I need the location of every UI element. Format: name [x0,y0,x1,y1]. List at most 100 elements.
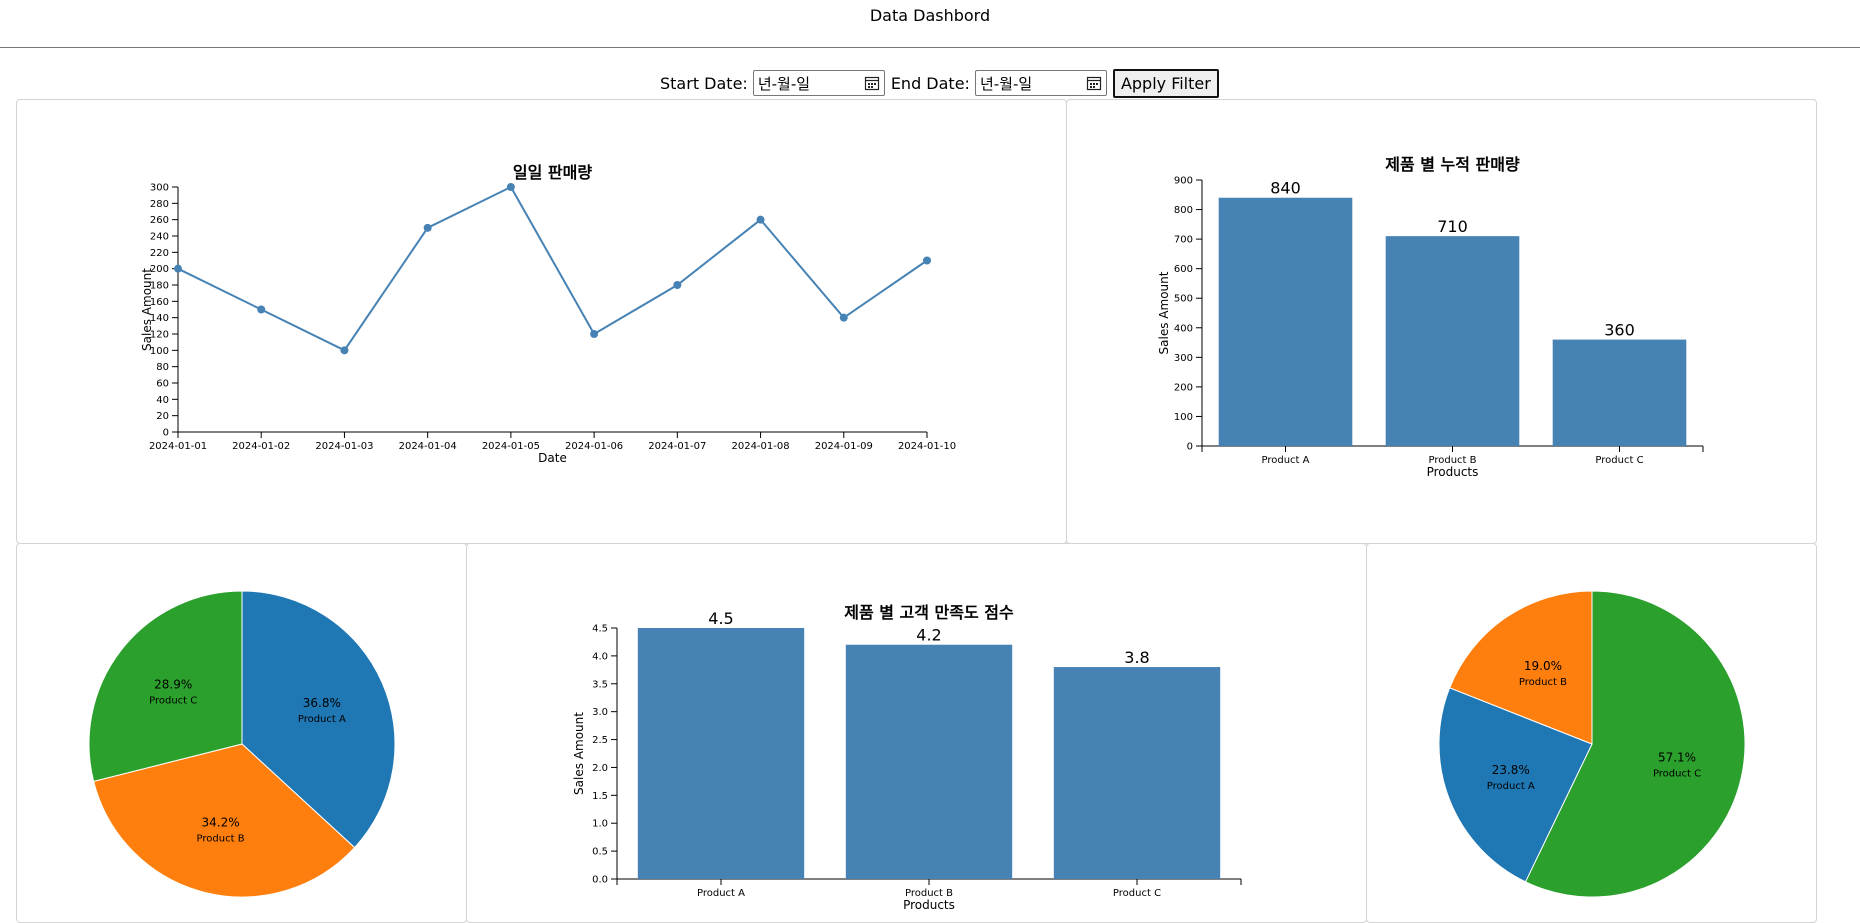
x-tick-label: Product A [1262,455,1310,466]
pie-right-panel: 57.1% Product C 23.8% Product A 19.0% Product… [1366,543,1817,923]
daily-sales-chart: 일일 판매량0204060801001201401601802002202402… [140,163,956,465]
y-tick-label: 60 [156,379,169,390]
pie-left-panel: 36.8% Product A 34.2% Product B 28.9% Product… [16,543,467,923]
x-tick-label: Product C [1595,455,1643,466]
bar-value-label: 4.5 [708,609,733,628]
y-tick-label: 100 [1174,412,1193,423]
y-tick-label: 0 [1187,442,1193,453]
pie-percent-label: 19.0% [1524,659,1562,673]
y-tick-label: 500 [1174,294,1193,305]
x-tick-label: 2024-01-08 [731,441,789,452]
y-axis-label: Sales Amount [140,268,154,351]
cumulative-sales-chart: 제품 별 누적 판매량 0 100 200 300 400 500 600 700 800 900 8… [1157,155,1704,479]
y-tick-label: 700 [1174,235,1193,246]
x-axis-label: Products [1427,465,1479,479]
data-point [756,215,765,224]
data-point [340,346,349,355]
x-tick-label: 2024-01-10 [898,441,956,452]
pie-category-label: Product B [197,834,245,845]
x-tick-label: Product C [1113,888,1161,899]
bar-value-label: 710 [1437,217,1468,236]
y-tick-label: 3.5 [592,679,608,690]
data-point [423,223,432,232]
y-tick-label: 4.0 [592,651,608,662]
y-tick-label: 20 [156,411,169,422]
sales-line [177,185,928,352]
y-tick-label: 300 [1174,353,1193,364]
y-tick-label: 280 [150,199,169,210]
pie-category-label: Product B [1519,677,1567,688]
bar-value-label: 4.2 [916,626,941,645]
pie-percent-label: 34.2% [201,816,239,830]
page-title: Data Dashbord [869,6,991,25]
bar-value-label: 3.8 [1124,648,1149,667]
y-tick-label: 0.0 [592,875,608,886]
data-point [923,256,931,265]
date-filter: Start Date: 년-월-일 End Date: 년-월-일 Apply … [660,68,1219,98]
y-tick-label: 400 [1174,323,1193,334]
y-tick-label: 40 [156,395,169,406]
data-point [506,183,515,191]
bar [637,628,805,879]
x-tick-label: Product A [697,888,745,899]
y-tick-label: 300 [150,183,169,194]
pie-percent-label: 28.9% [154,677,192,691]
satisfaction-chart: 제품 별 고객 만족도 점수 0.0 0.5 1.0 1.5 2.0 2.5 3.0 3.5 4.… [572,603,1242,912]
calendar-icon[interactable] [864,75,880,91]
bar [1385,236,1520,446]
y-tick-label: 1.5 [592,791,608,802]
calendar-icon[interactable] [1086,75,1102,91]
pie-category-label: Product A [298,714,346,725]
y-tick-label: 3.0 [592,707,608,718]
data-point [673,281,682,289]
y-tick-label: 800 [1174,205,1193,216]
data-point [839,313,848,322]
y-tick-label: 600 [1174,264,1193,275]
x-axis-label: Products [903,898,955,912]
x-tick-label: 2024-01-06 [565,441,623,452]
y-tick-label: 80 [156,362,169,373]
y-tick-label: 220 [150,248,169,259]
end-date-label: End Date: [890,73,970,93]
y-axis-label: Sales Amount [1157,271,1171,354]
pie-percent-label: 36.8% [303,696,341,710]
bar [1552,339,1687,446]
x-tick-label: 2024-01-07 [648,441,706,452]
apply-filter-button[interactable]: Apply Filter [1112,68,1219,98]
y-tick-label: 200 [1174,382,1193,393]
end-date-input[interactable]: 년-월-일 [974,70,1107,96]
pie-percent-label: 23.8% [1492,763,1530,777]
pie-category-label: Product A [1487,781,1535,792]
cumulative-sales-panel: 제품 별 누적 판매량 0 100 200 300 400 500 600 700 800 900 8… [1066,99,1817,544]
y-tick-label: 2.5 [592,735,608,746]
daily-sales-panel: 일일 판매량 0 20 40 60 80 100 120 140 160 180 200 220 240 2… [16,99,1067,544]
bar [1053,667,1221,879]
x-tick-label: 2024-01-09 [815,441,873,452]
y-tick-label: 1.0 [592,819,608,830]
pie-category-label: Product C [149,695,197,706]
x-axis-label: Date [538,451,567,465]
x-tick-label: 2024-01-03 [315,441,373,452]
chart-title: 제품 별 고객 만족도 점수 [844,603,1014,622]
bar [845,644,1013,879]
x-tick-label: 2024-01-01 [149,441,207,452]
header: Data Dashbord [0,0,1860,48]
pie-percent-label: 57.1% [1658,750,1696,764]
x-tick-label: 2024-01-04 [399,441,457,452]
y-tick-label: 260 [150,215,169,226]
end-date-placeholder: 년-월-일 [979,74,1033,93]
y-tick-label: 900 [1174,176,1193,187]
y-tick-label: 2.0 [592,763,608,774]
y-tick-label: 4.5 [592,624,608,635]
bar-value-label: 840 [1270,179,1301,198]
y-tick-label: 0.5 [592,847,608,858]
chart-title: 일일 판매량 [513,163,592,182]
data-point [257,305,266,314]
start-date-placeholder: 년-월-일 [757,74,811,93]
start-date-label: Start Date: [660,73,748,93]
bar [1218,197,1353,446]
pie-right-chart: 57.1% Product C 23.8% Product A 19.0% Product… [1438,590,1746,898]
data-point [590,330,599,338]
start-date-input[interactable]: 년-월-일 [752,70,885,96]
pie-left-chart: 36.8% Product A 34.2% Product B 28.9% Product… [88,590,396,898]
